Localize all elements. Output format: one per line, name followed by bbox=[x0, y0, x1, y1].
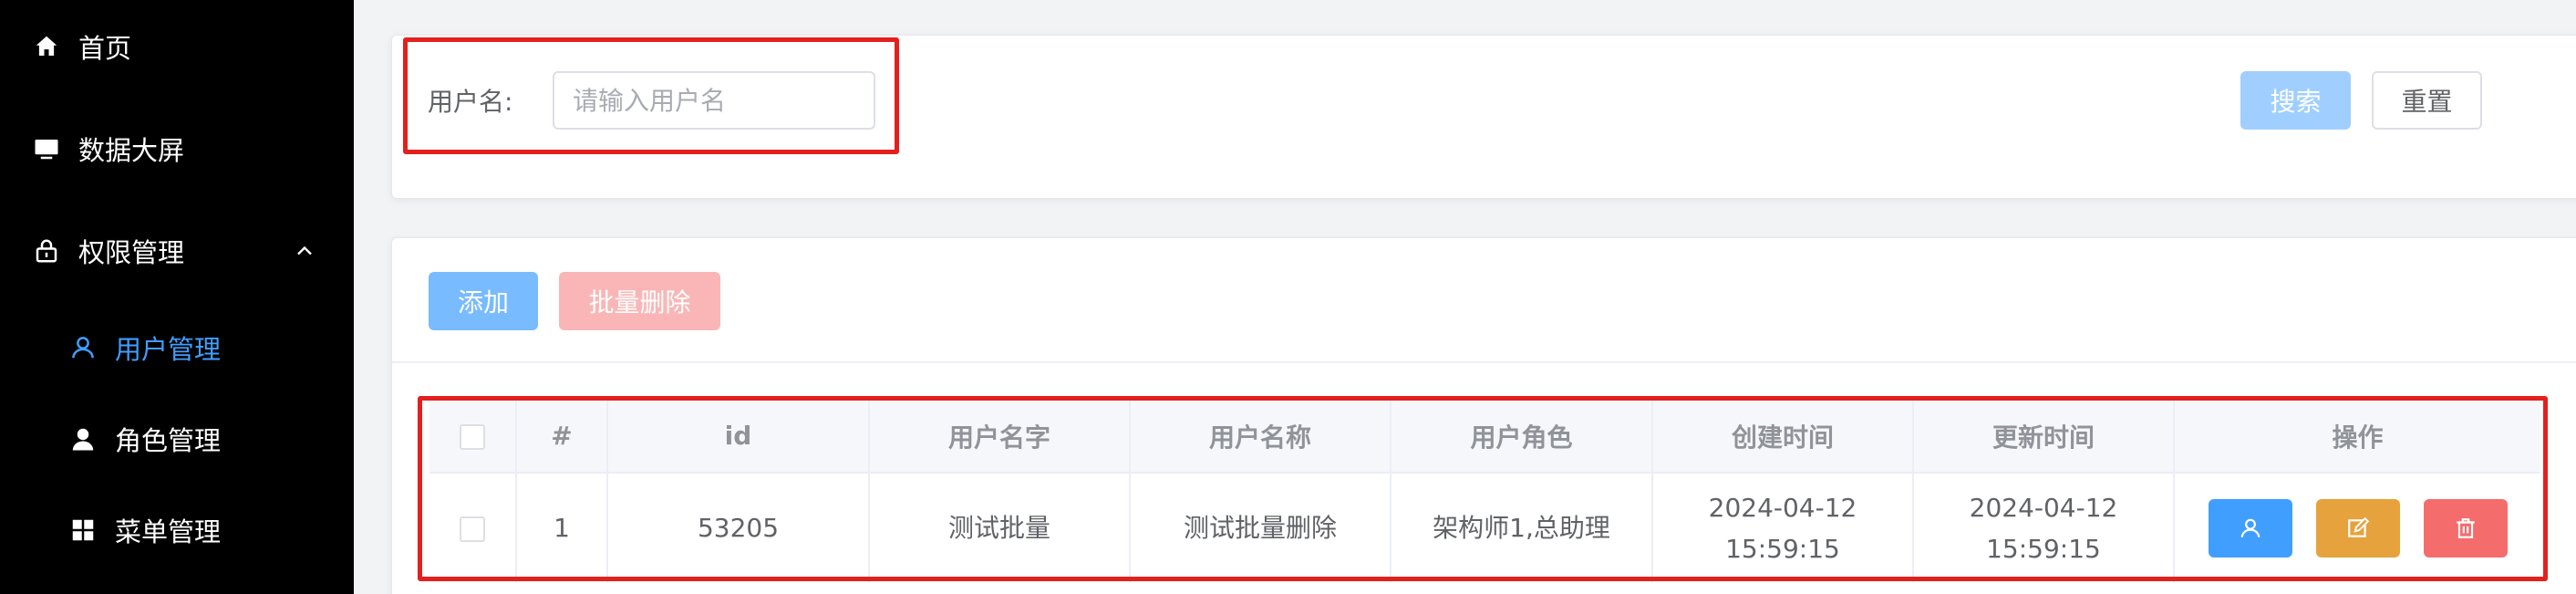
sidebar-item-user-management[interactable]: 用户管理 bbox=[0, 320, 354, 375]
table-highlight-box bbox=[418, 396, 2548, 581]
divider bbox=[392, 361, 2576, 363]
sidebar-item-label: 权限管理 bbox=[78, 237, 185, 268]
monitor-icon bbox=[31, 133, 62, 164]
search-highlight-box bbox=[403, 37, 899, 154]
search-button[interactable]: 搜索 bbox=[2240, 71, 2351, 130]
home-icon bbox=[31, 31, 62, 62]
sidebar-item-menu-management[interactable]: 菜单管理 bbox=[0, 503, 354, 558]
sidebar-item-label: 菜单管理 bbox=[115, 516, 222, 547]
sidebar-item-permission[interactable]: 权限管理 bbox=[0, 224, 354, 278]
add-button[interactable]: 添加 bbox=[429, 272, 538, 330]
sidebar-item-label: 用户管理 bbox=[115, 334, 222, 365]
batch-delete-button[interactable]: 批量删除 bbox=[559, 272, 720, 330]
sidebar-item-role-management[interactable]: 角色管理 bbox=[0, 412, 354, 466]
sidebar: 首页 数据大屏 权限管理 用户管理 角色管理 菜单管理 bbox=[0, 0, 354, 594]
sidebar-item-home[interactable]: 首页 bbox=[0, 19, 354, 74]
user-filled-icon bbox=[67, 423, 98, 454]
reset-button[interactable]: 重置 bbox=[2372, 71, 2482, 130]
lock-icon bbox=[31, 235, 62, 266]
chevron-up-icon bbox=[297, 245, 312, 255]
sidebar-item-label: 首页 bbox=[78, 33, 132, 64]
sidebar-item-label: 角色管理 bbox=[115, 425, 222, 456]
sidebar-item-label: 数据大屏 bbox=[78, 135, 185, 166]
user-icon bbox=[67, 332, 98, 363]
grid-icon bbox=[67, 515, 98, 546]
sidebar-item-data-screen[interactable]: 数据大屏 bbox=[0, 121, 354, 176]
